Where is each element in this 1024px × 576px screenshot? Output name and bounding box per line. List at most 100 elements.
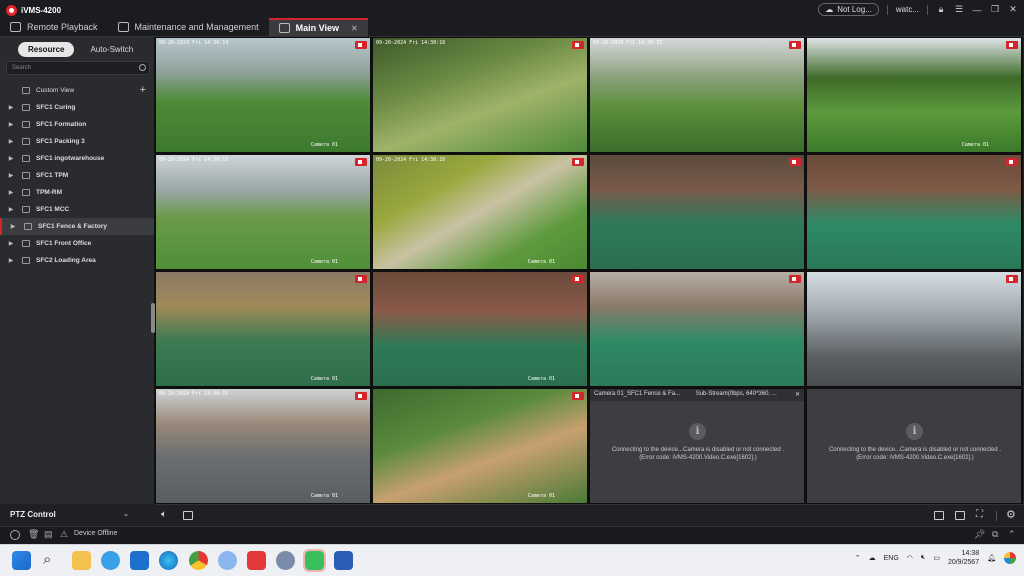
video-tile-1[interactable]: 09-20-2024 Fri 14:30:14 Camera 01: [155, 37, 371, 153]
video-tile-offline-2[interactable]: i Connecting to the device...Camera is d…: [806, 388, 1022, 504]
file-explorer-icon[interactable]: [72, 551, 91, 570]
chevron-right-icon[interactable]: ▶: [0, 121, 22, 128]
chevron-right-icon[interactable]: ▶: [0, 138, 22, 145]
event-icon[interactable]: ▤: [44, 529, 53, 540]
restore-icon[interactable]: ❐: [990, 4, 1000, 15]
chrome-icon[interactable]: [189, 551, 208, 570]
video-tile-8[interactable]: [806, 154, 1022, 270]
recording-icon[interactable]: [1006, 158, 1018, 166]
close-icon[interactable]: ✕: [795, 391, 800, 398]
chevron-down-icon[interactable]: ⌄: [123, 504, 129, 526]
video-tile-4[interactable]: Camera 01: [806, 37, 1022, 153]
search-icon[interactable]: ⌕: [43, 551, 51, 568]
window-split-icon[interactable]: [183, 511, 193, 520]
chevron-right-icon[interactable]: ▶: [0, 257, 22, 264]
notification-icon[interactable]: 🔔︎: [987, 554, 996, 562]
tree-item-sfc1-formation[interactable]: ▶ SFC1 Formation: [0, 116, 154, 133]
chevron-right-icon[interactable]: ▶: [0, 189, 22, 196]
volume-icon[interactable]: 🔈︎: [161, 509, 167, 520]
word-icon[interactable]: [334, 551, 353, 570]
menu-icon[interactable]: ☰: [954, 4, 964, 15]
chevron-right-icon[interactable]: ▶: [2, 223, 24, 230]
tree-item-sfc1-packing-3[interactable]: ▶ SFC1 Packing 3: [0, 133, 154, 150]
tree-item-sfc1-fence-factory[interactable]: ▶ SFC1 Fence & Factory: [0, 218, 154, 235]
minimize-icon[interactable]: —: [972, 5, 982, 15]
add-icon[interactable]: +: [140, 84, 146, 96]
video-tile-14[interactable]: Camera 01: [372, 388, 588, 504]
copilot-icon[interactable]: [1004, 552, 1016, 564]
speaker-muted-icon[interactable]: 🔇︎: [921, 554, 925, 562]
tree-item-sfc1-curing[interactable]: ▶ SFC1 Curing: [0, 99, 154, 116]
tree-item-tpm-rm[interactable]: ▶ TPM-RM: [0, 184, 154, 201]
recording-icon[interactable]: [572, 275, 584, 283]
tab-remote-playback[interactable]: Remote Playback: [0, 18, 108, 36]
tab-close-icon[interactable]: ✕: [351, 24, 358, 33]
chevron-right-icon[interactable]: ▶: [0, 206, 22, 213]
settings-icon[interactable]: ⚙: [1006, 508, 1016, 521]
language-indicator[interactable]: ENG: [884, 555, 899, 562]
alarm-icon[interactable]: [10, 530, 20, 540]
windows-start-icon[interactable]: [12, 551, 31, 570]
expand-icon[interactable]: ⌃: [1008, 529, 1016, 540]
recording-icon[interactable]: [789, 275, 801, 283]
settings-app-icon[interactable]: [276, 551, 295, 570]
fullscreen-icon[interactable]: ⛶: [976, 509, 983, 520]
tree-item-sfc1-front-office[interactable]: ▶ SFC1 Front Office: [0, 235, 154, 252]
window-icon[interactable]: [955, 511, 965, 520]
video-tile-5[interactable]: 09-20-2024 Fri 14:30:15 Camera 01: [155, 154, 371, 270]
warning-icon[interactable]: ⚠: [60, 529, 68, 540]
ptz-control-panel[interactable]: PTZ Control ⌄: [0, 504, 155, 526]
layout-icon[interactable]: [934, 511, 944, 520]
network-icon[interactable]: ☁: [869, 554, 876, 562]
chevron-right-icon[interactable]: ▶: [0, 155, 22, 162]
chevron-right-icon[interactable]: ▶: [0, 240, 22, 247]
recording-icon[interactable]: [355, 41, 367, 49]
video-tile-6[interactable]: 09-20-2024 Fri 14:30:16 Camera 01: [372, 154, 588, 270]
battery-icon[interactable]: ▭: [933, 554, 940, 562]
video-tile-offline-1[interactable]: Camera 01_SFC1 Fence & Fa... Sub-Stream(…: [589, 388, 805, 504]
ivms-taskbar-icon[interactable]: [247, 551, 266, 570]
recording-icon[interactable]: [355, 158, 367, 166]
video-tile-12[interactable]: [806, 271, 1022, 387]
wifi-icon[interactable]: ◠: [907, 554, 913, 562]
search-icon[interactable]: [139, 64, 146, 71]
close-icon[interactable]: ✕: [1008, 4, 1018, 15]
recording-icon[interactable]: [789, 41, 801, 49]
video-tile-11[interactable]: [589, 271, 805, 387]
video-tile-13[interactable]: 09-20-2024 Fri 14:30:15 Camera 01: [155, 388, 371, 504]
popout-icon[interactable]: ⧉: [992, 529, 998, 540]
video-tile-7[interactable]: [589, 154, 805, 270]
trash-icon[interactable]: 🗑︎: [28, 529, 39, 540]
tab-main-view[interactable]: Main View ✕: [268, 18, 368, 36]
search-input[interactable]: Search: [6, 61, 150, 75]
recording-icon[interactable]: [572, 392, 584, 400]
tree-item-sfc1-ingotwarehouse[interactable]: ▶ SFC1 ingotwarehouse: [0, 150, 154, 167]
custom-view-item[interactable]: Custom View +: [0, 82, 154, 99]
tree-item-sfc2-loading-area[interactable]: ▶ SFC2 Loading Area: [0, 252, 154, 269]
outlook-icon[interactable]: [130, 551, 149, 570]
tree-item-sfc1-mcc[interactable]: ▶ SFC1 MCC: [0, 201, 154, 218]
video-tile-10[interactable]: Camera 01: [372, 271, 588, 387]
help-app-icon[interactable]: [101, 551, 120, 570]
login-status-button[interactable]: ☁ Not Log...: [818, 3, 879, 16]
tree-item-sfc1-tpm[interactable]: ▶ SFC1 TPM: [0, 167, 154, 184]
recording-icon[interactable]: [572, 41, 584, 49]
chevron-right-icon[interactable]: ▶: [0, 104, 22, 111]
pin-icon[interactable]: 📌︎: [974, 529, 985, 540]
recording-icon[interactable]: [355, 275, 367, 283]
lock-icon[interactable]: 🔒︎: [936, 4, 946, 15]
network-app-icon[interactable]: [218, 551, 237, 570]
clock[interactable]: 14:38 20/9/2567: [948, 549, 979, 567]
video-tile-2[interactable]: 09-20-2024 Fri 14:30:16: [372, 37, 588, 153]
tab-maintenance[interactable]: Maintenance and Management: [108, 18, 269, 36]
tab-auto-switch[interactable]: Auto-Switch: [80, 42, 143, 57]
device-offline-status[interactable]: Device Offline: [74, 530, 117, 537]
recording-icon[interactable]: [1006, 41, 1018, 49]
video-tile-9[interactable]: Camera 01: [155, 271, 371, 387]
recording-icon[interactable]: [789, 158, 801, 166]
user-name[interactable]: watc...: [896, 5, 919, 14]
recording-icon[interactable]: [572, 158, 584, 166]
line-app-icon[interactable]: [303, 549, 326, 572]
chevron-up-icon[interactable]: ⌃: [855, 554, 861, 562]
video-tile-3[interactable]: 09-20-2024 Fri 14:30:15: [589, 37, 805, 153]
